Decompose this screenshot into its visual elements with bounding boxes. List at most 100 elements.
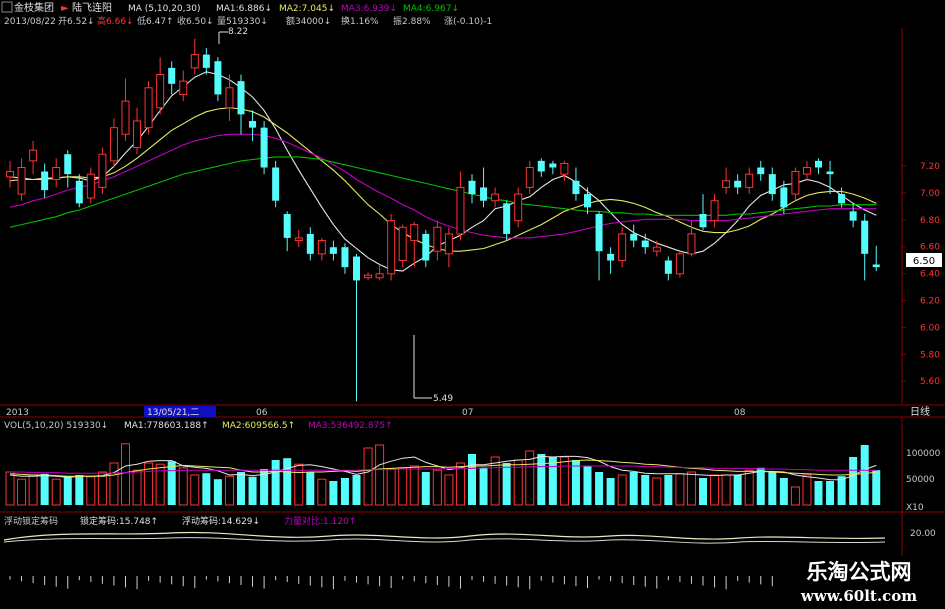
- play-icon: ►: [61, 3, 69, 14]
- chip-label: 20.00: [910, 529, 936, 539]
- candle-body: [630, 233, 638, 241]
- candle-body: [826, 171, 834, 175]
- candle-body: [387, 220, 396, 275]
- volume-bar: [571, 460, 580, 505]
- candle-body: [364, 274, 373, 279]
- volume-bar: [444, 474, 454, 506]
- candle: [398, 224, 407, 268]
- price-label: 6.00: [920, 323, 940, 333]
- candle-body: [815, 160, 822, 168]
- change-value: 涨(-0.10)-1: [444, 16, 492, 27]
- volume-bar: [329, 481, 338, 505]
- volume-bar: [97, 471, 107, 506]
- candle: [144, 81, 153, 135]
- candle-body: [64, 154, 72, 175]
- candle-body: [791, 170, 800, 195]
- candle-body: [734, 180, 742, 188]
- candle-body: [237, 81, 245, 115]
- volume-bar: [237, 472, 245, 505]
- volume-bar: [306, 472, 315, 505]
- price-label: 6.60: [920, 243, 940, 253]
- candle-body: [52, 167, 61, 180]
- volume-bar: [340, 478, 349, 505]
- candle-body: [664, 260, 672, 274]
- volume-bar: [75, 475, 84, 505]
- candle-body: [456, 186, 465, 235]
- volume-bar: [860, 445, 869, 505]
- volume-bar: [641, 475, 650, 505]
- volume-bar: [664, 475, 673, 505]
- chip-lock: 锁定筹码:15.748↑: [80, 515, 158, 527]
- candle-body: [872, 264, 880, 268]
- volume-bar: [167, 461, 176, 505]
- ma4-value: MA4:6.967↓: [403, 4, 459, 14]
- candle-body: [294, 237, 303, 242]
- candle-body: [109, 127, 118, 162]
- volume-bar: [537, 454, 546, 505]
- volume-bar: [629, 472, 638, 505]
- app-icon[interactable]: [1, 1, 13, 13]
- candle-body: [29, 149, 38, 162]
- volume-bar: [744, 469, 754, 506]
- volume-bar: [779, 478, 788, 505]
- candle-body: [572, 180, 580, 195]
- volume-bar: [5, 471, 15, 506]
- candle-body: [317, 240, 326, 255]
- candle-body: [329, 247, 337, 254]
- candle-body: [802, 167, 811, 175]
- candle-body: [133, 120, 142, 149]
- volume-label-50000: 50000: [906, 475, 935, 485]
- candle-body: [722, 180, 731, 188]
- ma2-value: MA2:7.045↓: [279, 4, 335, 14]
- candle-body: [503, 203, 511, 234]
- volume-ma2: MA2:609566.5↑: [222, 421, 295, 431]
- volume-bar: [363, 447, 373, 506]
- candle-body: [249, 121, 257, 128]
- price-label: 5.60: [920, 377, 940, 387]
- chip-power: 力量对比:1.120↑: [284, 515, 356, 527]
- candle: [675, 251, 684, 278]
- candle-body: [537, 160, 545, 172]
- volume-bar: [490, 456, 500, 506]
- candle-body: [353, 256, 360, 281]
- volume-bar: [721, 474, 731, 506]
- volume-bar: [814, 481, 823, 505]
- volume-bar: [375, 444, 385, 506]
- close-value: 收6.50↓: [177, 15, 214, 27]
- candle: [387, 214, 396, 281]
- candle-body: [168, 67, 176, 84]
- volume-bar: [756, 467, 765, 505]
- price-label: 6.40: [920, 270, 940, 280]
- open-value: 开6.52↓: [58, 16, 95, 27]
- volume-bar: [213, 479, 222, 505]
- candle-body: [121, 100, 130, 135]
- volume-bar: [132, 469, 142, 506]
- candle-body: [560, 163, 569, 175]
- ma-params: MA (5,10,20,30): [128, 4, 200, 14]
- volume-bar: [710, 474, 720, 506]
- candle-body: [745, 173, 754, 188]
- volume-bar: [63, 476, 72, 505]
- candle-body: [849, 211, 857, 221]
- candle-body: [549, 163, 557, 168]
- indicator-name: 陆飞连阳: [72, 1, 112, 14]
- candle-body: [422, 233, 430, 261]
- candle-body: [306, 233, 314, 254]
- volume-bar: [733, 475, 742, 505]
- volume-bar: [398, 467, 408, 506]
- watermark-url: www.60lt.com: [800, 587, 918, 605]
- volume-bar: [837, 476, 846, 505]
- candle-body: [144, 87, 153, 129]
- candle-body: [768, 174, 776, 195]
- period-label[interactable]: 日线: [910, 405, 930, 418]
- candle-body: [652, 246, 661, 252]
- candle-body: [861, 220, 869, 254]
- candle-body: [433, 226, 442, 252]
- price-label: 5.80: [920, 350, 940, 360]
- volume-bar: [802, 474, 812, 506]
- candle-body: [156, 74, 165, 109]
- volume-bar: [479, 467, 488, 505]
- candle-body: [607, 253, 615, 261]
- volume-bar: [40, 473, 49, 505]
- low-annotation: 5.49: [433, 394, 453, 404]
